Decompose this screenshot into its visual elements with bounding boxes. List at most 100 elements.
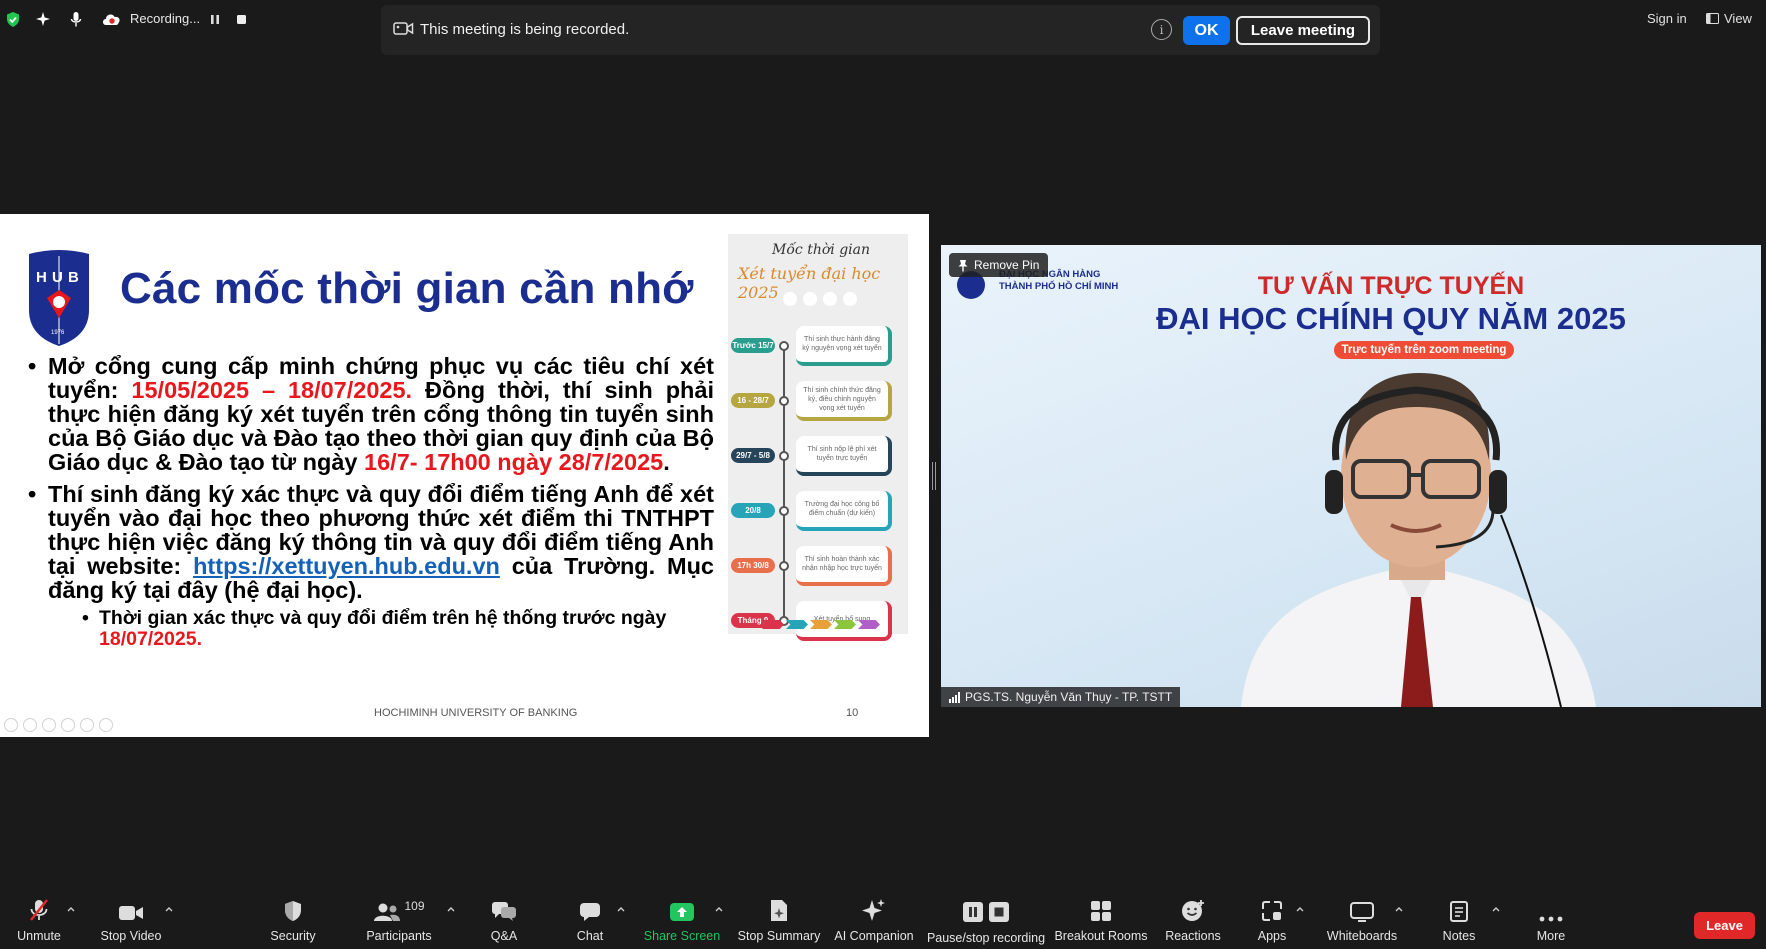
breakout-rooms-button[interactable]: Breakout Rooms (1054, 893, 1148, 949)
timeline-card: Thí sinh nộp lệ phí xét tuyển trực tuyến (796, 436, 892, 476)
participant-video-tile[interactable]: ĐẠI HỌC NGÂN HÀNG THÀNH PHỐ HỒ CHÍ MINH T… (941, 245, 1761, 707)
tool-icon (42, 718, 56, 732)
video-camera-icon (393, 21, 414, 41)
share-screen-button[interactable]: Share Screen (644, 893, 720, 949)
chevron-up-icon[interactable] (1394, 904, 1404, 914)
tool-icon (99, 718, 113, 732)
chevron-up-icon[interactable] (1491, 904, 1501, 914)
microphone-icon[interactable] (67, 10, 85, 28)
tool-icon (61, 718, 75, 732)
timeline-card: Trường đại học công bố điểm chuẩn (dự ki… (796, 491, 892, 531)
timeline-card: Thí sinh thực hành đăng ký nguyện vọng x… (796, 326, 892, 366)
chat-bubble-icon (579, 893, 601, 923)
infographic-arrows (762, 620, 880, 629)
timeline-date-tag: 17h 30/8 (731, 558, 775, 573)
qa-icon (491, 893, 517, 923)
apps-icon (1261, 893, 1283, 923)
timeline-row: 29/7 - 5/8 Thí sinh nộp lệ phí xét tuyển … (731, 436, 901, 476)
ai-sparkle-icon[interactable] (34, 10, 52, 28)
whiteboards-button[interactable]: Whiteboards (1326, 893, 1398, 949)
timeline-row: Trước 15/7 Thí sinh thực hành đăng ký ngu… (731, 326, 901, 366)
bullet-text: . (663, 449, 670, 475)
leave-meeting-button[interactable]: Leave meeting (1236, 16, 1370, 45)
participants-count: 109 (404, 899, 425, 913)
shield-check-icon[interactable] (4, 10, 22, 28)
xettuyen-link[interactable]: https://xettuyen.hub.edu.vn (193, 553, 500, 579)
date-highlight: 16/7- 17h00 ngày 28/7/2025 (364, 449, 664, 475)
backdrop-pill: Trực tuyến trên zoom meeting (1334, 341, 1514, 359)
apps-button[interactable]: Apps (1257, 893, 1287, 949)
chevron-up-icon[interactable] (446, 904, 456, 914)
remove-pin-label: Remove Pin (974, 258, 1040, 272)
leave-button[interactable]: Leave (1694, 912, 1755, 939)
apps-label: Apps (1257, 929, 1287, 943)
stop-summary-button[interactable]: Stop Summary (738, 893, 820, 949)
more-dots-icon (1539, 893, 1563, 923)
reactions-button[interactable]: Reactions (1165, 893, 1221, 949)
backdrop-subtitle: ĐẠI HỌC CHÍNH QUY NĂM 2025 (1156, 301, 1626, 336)
panel-splitter-handle[interactable] (932, 462, 936, 490)
notes-label: Notes (1442, 929, 1476, 943)
sub-bullet-deadline: Thời gian xác thực và quy đổi điểm trên … (82, 608, 714, 650)
reactions-label: Reactions (1165, 929, 1221, 943)
infographic-bulbs (783, 292, 857, 306)
slide-body: Mở cổng cung cấp minh chứng phục vụ các … (28, 354, 714, 650)
summary-document-icon (769, 893, 789, 923)
view-menu[interactable]: View (1706, 11, 1752, 26)
recording-status: Recording... (130, 11, 201, 26)
smiley-face-icon (1181, 893, 1205, 923)
infographic-title: Mốc thời gian (772, 242, 870, 258)
unmute-button[interactable]: Unmute (12, 893, 66, 949)
chevron-up-icon[interactable] (1295, 904, 1305, 914)
svg-text:B: B (68, 269, 79, 286)
timeline-dot (779, 341, 789, 351)
hub-logo-year: 1976 (51, 330, 65, 336)
whiteboard-icon (1350, 893, 1374, 923)
more-label: More (1536, 929, 1566, 943)
microphone-muted-icon (28, 893, 50, 923)
participant-name: PGS.TS. Nguyễn Văn Thụy - TP. TSTT (965, 690, 1173, 704)
pause-stop-recording-button[interactable]: Pause/stop recording (926, 893, 1046, 949)
timeline-card: Thí sinh hoàn thành xác nhận nhập học tr… (796, 546, 892, 586)
slide-footer: HOCHIMINH UNIVERSITY OF BANKING (374, 707, 578, 719)
share-screen-icon (669, 893, 695, 923)
timeline-date-tag: Trước 15/7 (731, 338, 775, 353)
timeline-dot (779, 396, 789, 406)
remove-pin-button[interactable]: Remove Pin (949, 253, 1049, 277)
chevron-up-icon[interactable] (66, 904, 76, 914)
chevron-up-icon[interactable] (714, 904, 724, 914)
cloud-recording-icon (100, 10, 122, 28)
participants-button[interactable]: 109 Participants (366, 893, 432, 949)
view-label: View (1724, 11, 1752, 26)
qa-button[interactable]: Q&A (488, 893, 520, 949)
annotation-tools[interactable] (4, 718, 113, 732)
timeline-date-tag: 16 - 28/7 (731, 393, 775, 408)
chevron-up-icon[interactable] (164, 904, 174, 914)
timeline-dot (779, 561, 789, 571)
bullet-english-score: Thí sinh đăng ký xác thực và quy đổi điể… (28, 482, 714, 602)
stop-video-button[interactable]: Stop Video (98, 893, 164, 949)
pause-stop-icon (963, 893, 1009, 923)
timeline-dot (779, 506, 789, 516)
ai-companion-button[interactable]: AI Companion (834, 893, 914, 949)
stop-video-label: Stop Video (100, 929, 162, 943)
ai-sparkle-icon (861, 893, 887, 923)
slide-title: Các mốc thời gian cần nhớ (120, 264, 694, 313)
participants-label: Participants (366, 929, 432, 943)
security-label: Security (270, 929, 316, 943)
date-range-highlight: 15/05/2025 – 18/07/2025. (131, 377, 413, 403)
ok-button[interactable]: OK (1183, 16, 1230, 45)
info-icon[interactable]: i (1151, 19, 1172, 40)
deadline-highlight: 18/07/2025. (99, 628, 203, 650)
notes-button[interactable]: Notes (1441, 893, 1477, 949)
chat-button[interactable]: Chat (575, 893, 605, 949)
shared-slide: H U B 1976 Các mốc thời gian cần nhớ Mở … (0, 214, 929, 737)
sign-in-link[interactable]: Sign in (1647, 11, 1687, 26)
security-button[interactable]: Security (267, 893, 319, 949)
pause-recording-icon[interactable] (206, 10, 224, 28)
pause-stop-recording-label: Pause/stop recording (926, 931, 1046, 945)
stop-recording-icon[interactable] (232, 10, 250, 28)
chevron-up-icon[interactable] (616, 904, 626, 914)
more-button[interactable]: More (1535, 893, 1567, 949)
ai-companion-label: AI Companion (834, 929, 914, 943)
